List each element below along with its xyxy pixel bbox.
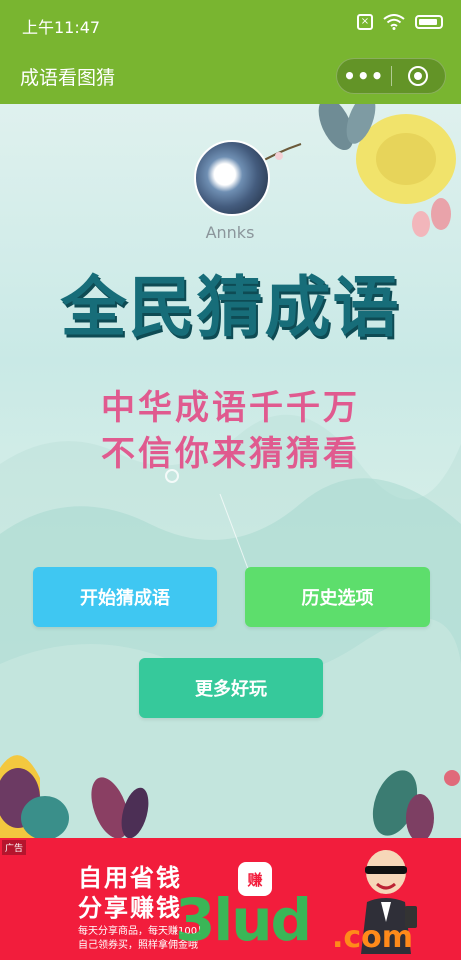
- hero-title: 全民猜成语: [60, 269, 401, 346]
- user-nickname: Annks: [205, 223, 255, 242]
- flower-decoration-bottom: [0, 755, 460, 838]
- status-time: 上午11:47: [22, 18, 101, 37]
- main-content: Annks 全民猜成语 中华成语千千万 不信你来猜猜看 开始猜成语 历史选项 更…: [0, 104, 461, 838]
- avatar: [194, 140, 270, 216]
- status-icons: ×: [357, 14, 443, 30]
- ad-headline-2: 分享赚钱: [78, 894, 182, 922]
- sim-off-icon: ×: [357, 14, 373, 30]
- start-guess-button[interactable]: 开始猜成语: [33, 567, 217, 627]
- wifi-icon: [383, 14, 405, 30]
- status-bar: 上午11:47 ×: [0, 0, 461, 48]
- page-title: 成语看图猜: [20, 67, 116, 89]
- ad-tag: 广告: [2, 840, 27, 855]
- close-miniprogram-button[interactable]: [392, 59, 446, 93]
- miniprogram-capsule: •••: [336, 58, 446, 94]
- more-menu-button[interactable]: •••: [337, 59, 391, 93]
- hero-subtitle-line2: 不信你来猜猜看: [101, 434, 360, 474]
- nav-bar: 成语看图猜 •••: [0, 48, 461, 104]
- ad-banner[interactable]: 广告 自用省钱 分享赚钱 每天分享商品，每天赚100！ 自己领券买，照样拿佣金哦…: [0, 838, 461, 960]
- hero-subtitle-line1: 中华成语千千万: [101, 388, 360, 428]
- site-watermark-suffix: .com: [332, 920, 414, 955]
- battery-icon: [415, 15, 443, 29]
- target-icon: [408, 66, 429, 86]
- site-watermark: 3lud: [175, 886, 312, 954]
- more-dots-icon: •••: [343, 64, 385, 88]
- history-button[interactable]: 历史选项: [245, 567, 430, 627]
